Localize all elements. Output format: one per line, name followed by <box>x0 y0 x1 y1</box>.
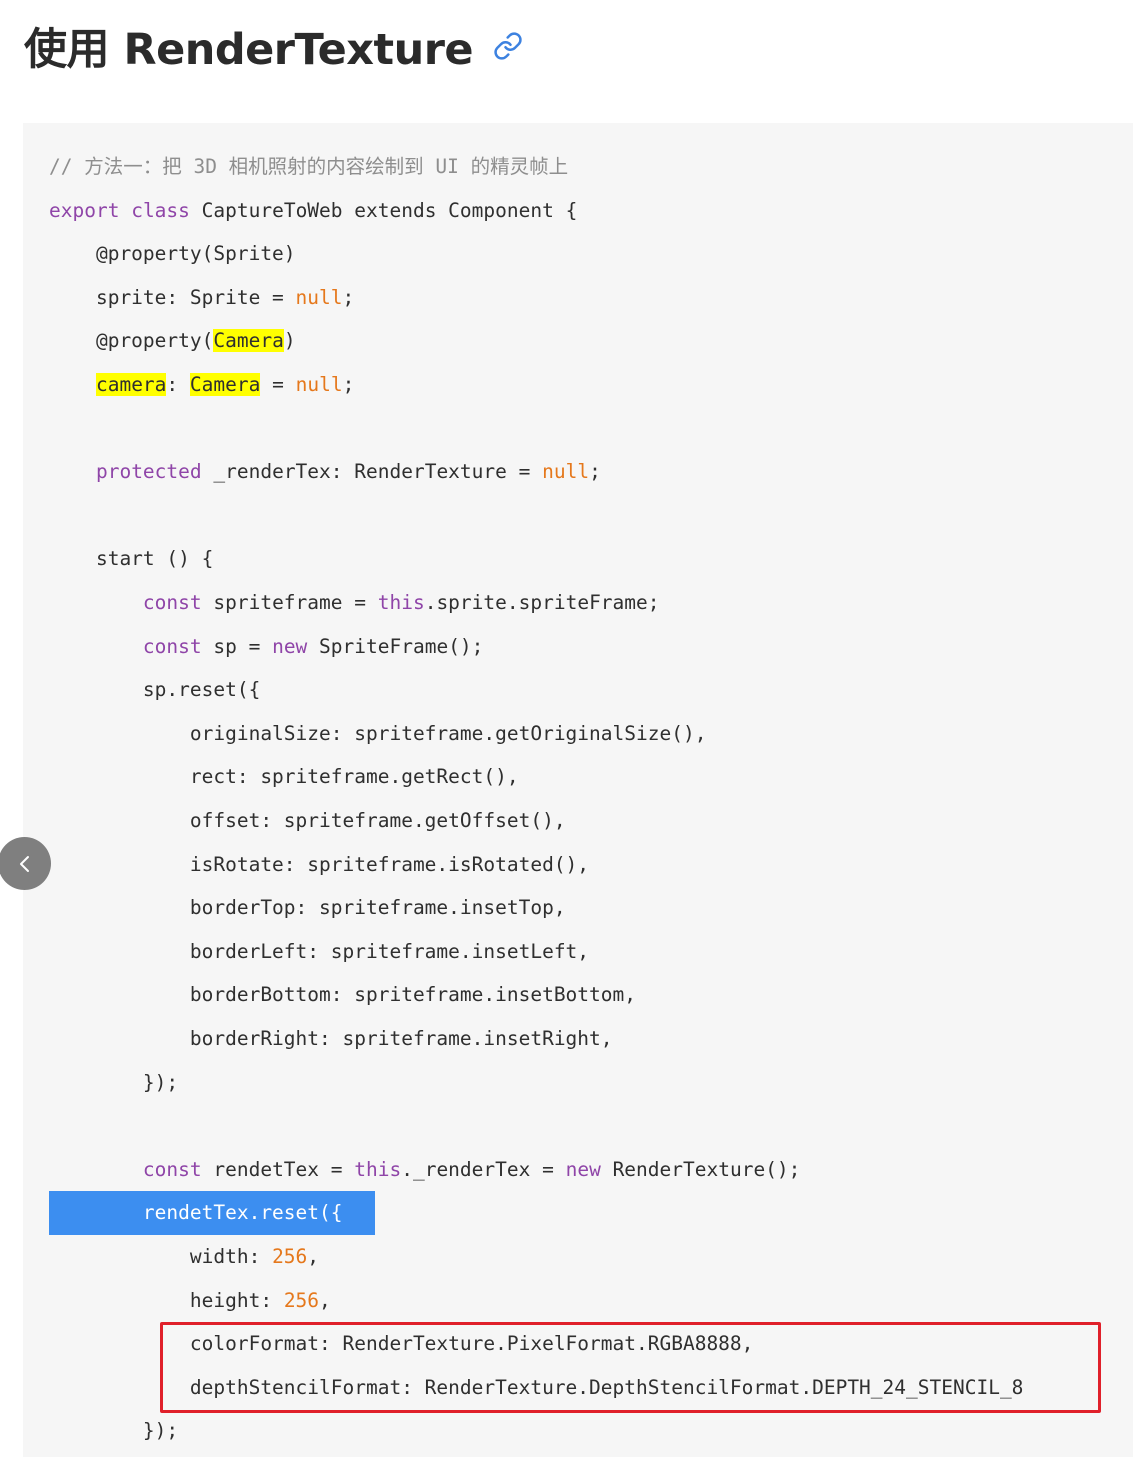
code-token: SpriteFrame(); <box>307 634 484 658</box>
code-token: borderRight: spriteframe.insetRight, <box>49 1027 613 1050</box>
code-token: const <box>142 591 202 614</box>
code-token: @property( <box>49 329 214 353</box>
code-token: 256 <box>272 1245 308 1268</box>
code-token: ) <box>283 329 296 353</box>
code-token: borderBottom: spriteframe.insetBottom, <box>49 983 636 1007</box>
link-icon[interactable] <box>493 31 523 61</box>
code-token: const <box>142 1157 202 1181</box>
code-token: borderTop: spriteframe.insetTop, <box>49 896 566 920</box>
code-line: }); <box>49 1068 178 1098</box>
code-token: sprite: Sprite = <box>49 285 296 309</box>
code-line: offset: spriteframe.getOffset(), <box>49 806 566 836</box>
code-line: rect: spriteframe.getRect(), <box>49 762 519 792</box>
code-token: null <box>295 285 343 309</box>
code-line: const spriteframe = this.sprite.spriteFr… <box>49 588 660 618</box>
code-token: height: <box>49 1288 284 1312</box>
code-token: sp = <box>201 634 273 658</box>
code-token: , <box>319 1288 331 1312</box>
code-line: @property(Sprite) <box>49 239 296 269</box>
code-token: isRotate: spriteframe.isRotated(), <box>49 852 590 876</box>
code-token: }); <box>49 1419 179 1443</box>
code-token: protected <box>95 460 202 484</box>
code-token: : <box>166 373 190 396</box>
code-line: start () { <box>49 544 213 574</box>
code-token: offset: spriteframe.getOffset(), <box>49 809 566 832</box>
code-block[interactable]: // 方法一：把 3D 相机照射的内容绘制到 UI 的精灵帧上 export cl… <box>23 123 1133 1457</box>
code-line: colorFormat: RenderTexture.PixelFormat.R… <box>49 1329 754 1359</box>
prev-button[interactable] <box>0 837 51 890</box>
code-token: ._renderTex = <box>401 1157 566 1181</box>
code-token: camera <box>95 373 167 396</box>
code-line: camera: Camera = null; <box>49 370 354 400</box>
code-token: }); <box>49 1070 179 1094</box>
code-line: protected _renderTex: RenderTexture = nu… <box>49 457 601 487</box>
code-token: colorFormat: RenderTexture.PixelFormat.R… <box>49 1332 754 1356</box>
code-line: borderLeft: spriteframe.insetLeft, <box>49 937 589 967</box>
code-token: depthStencilFormat: RenderTexture.DepthS… <box>49 1375 1024 1399</box>
code-line: }); <box>49 1416 178 1446</box>
code-token: .sprite.spriteFrame; <box>424 591 660 614</box>
code-token: spriteframe = <box>201 591 378 614</box>
code-token: null <box>295 373 343 396</box>
code-token: this <box>377 591 425 614</box>
code-line: width: 256, <box>49 1242 319 1272</box>
code-token: new <box>565 1157 601 1181</box>
code-token: export <box>49 198 120 222</box>
code-token: sp.reset({ <box>49 678 261 702</box>
code-line: borderRight: spriteframe.insetRight, <box>49 1024 613 1054</box>
code-token: class <box>131 198 190 222</box>
chevron-left-icon <box>15 854 35 874</box>
code-line: // 方法一：把 3D 相机照射的内容绘制到 UI 的精灵帧上 <box>49 152 568 182</box>
code-token: @property(Sprite) <box>49 242 296 266</box>
code-token: width: <box>49 1245 273 1268</box>
code-token: _renderTex: RenderTexture = <box>201 460 543 484</box>
code-line: export class CaptureToWeb extends Compon… <box>49 196 577 226</box>
code-token: rendetTex.reset({ <box>49 1201 343 1225</box>
code-line: borderTop: spriteframe.insetTop, <box>49 893 566 923</box>
code-token: borderLeft: spriteframe.insetLeft, <box>49 939 590 963</box>
code-token: CaptureToWeb extends Component { <box>189 198 578 222</box>
code-token: = <box>260 373 296 396</box>
code-token: ; <box>342 373 355 396</box>
code-line: sp.reset({ <box>49 675 260 705</box>
code-token: Camera <box>213 329 284 353</box>
code-line: borderBottom: spriteframe.insetBottom, <box>49 980 636 1010</box>
code-token: originalSize: spriteframe.getOriginalSiz… <box>49 721 707 745</box>
code-line-selected: rendetTex.reset({ <box>49 1191 375 1236</box>
code-token: rendetTex = <box>201 1157 355 1181</box>
code-token: Camera <box>189 373 261 396</box>
page-title-text: 使用 RenderTexture <box>24 25 474 75</box>
code-token: RenderTexture(); <box>600 1157 801 1181</box>
code-token: ; <box>589 460 601 484</box>
code-token: new <box>272 634 308 658</box>
code-line: sprite: Sprite = null; <box>49 283 354 313</box>
code-line: height: 256, <box>49 1286 331 1316</box>
code-line: originalSize: spriteframe.getOriginalSiz… <box>49 719 707 749</box>
code-line: isRotate: spriteframe.isRotated(), <box>49 850 589 880</box>
code-token: this <box>354 1157 402 1181</box>
code-line: const rendetTex = this._renderTex = new … <box>49 1155 801 1185</box>
code-token: , <box>307 1245 320 1268</box>
code-token: const <box>142 634 202 658</box>
code-line: @property(Camera) <box>49 326 296 356</box>
code-token: null <box>542 460 590 484</box>
page-title: 使用 RenderTexture <box>24 14 523 78</box>
code-line: depthStencilFormat: RenderTexture.DepthS… <box>49 1373 1024 1403</box>
code-token: 256 <box>283 1288 320 1312</box>
code-token: // 方法一：把 3D 相机照射的内容绘制到 UI 的精灵帧上 <box>49 155 569 178</box>
code-token: ; <box>342 285 355 309</box>
code-token: rect: spriteframe.getRect(), <box>49 765 519 789</box>
code-token: start () { <box>49 547 214 571</box>
code-line: const sp = new SpriteFrame(); <box>49 632 484 662</box>
